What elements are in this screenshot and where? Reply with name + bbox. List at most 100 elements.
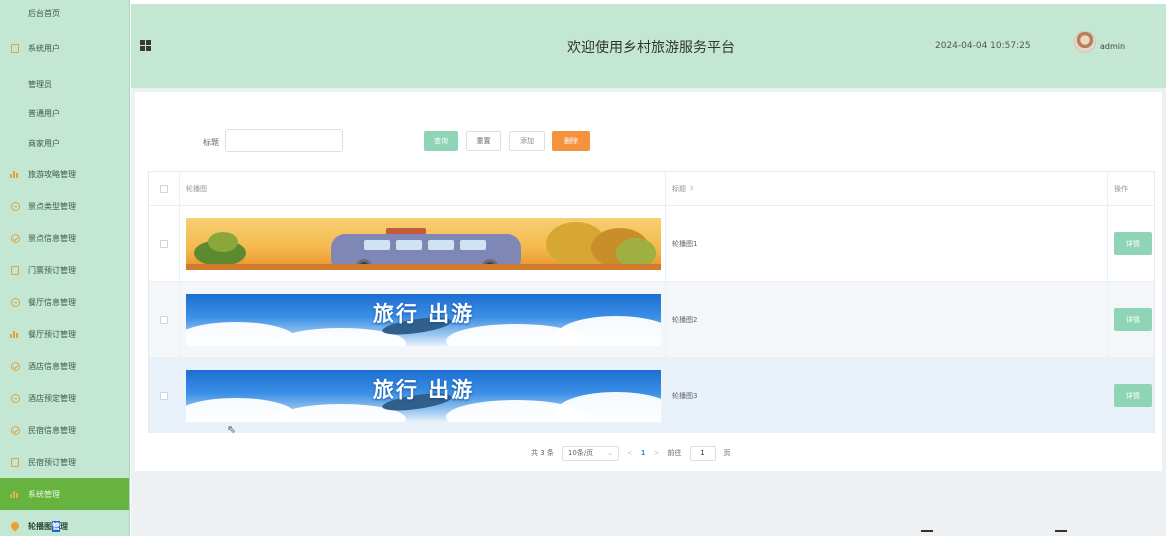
row-select-cell <box>149 206 180 281</box>
sidebar-item-label: 后台首页 <box>28 8 60 18</box>
sidebar-item-admin[interactable]: 管理员 <box>0 70 129 98</box>
sort-icon[interactable]: ⇕ <box>689 185 694 192</box>
header-image: 轮播图 <box>180 172 666 205</box>
header-title-label: 标题 <box>672 184 686 193</box>
page-number-current[interactable]: 1 <box>641 449 646 457</box>
detail-button[interactable]: 详情 <box>1114 384 1152 407</box>
chat-icon <box>10 201 20 211</box>
row-checkbox[interactable] <box>160 239 168 248</box>
sidebar-item-scenic-types[interactable]: 景点类型管理 <box>0 190 129 222</box>
mouse-cursor-icon: ⇖ <box>227 423 237 436</box>
carousel-table: 轮播图 标题 ⇕ 操作 轮播图1 详情 旅行 出游 轮播图2 详情 旅行 出游 … <box>148 171 1155 433</box>
row-checkbox[interactable] <box>160 315 168 324</box>
sidebar-item-ticket-booking[interactable]: 门票预订管理 <box>0 254 129 286</box>
document-icon <box>10 265 20 275</box>
sidebar-item-merchant-users[interactable]: 商家用户 <box>0 128 129 158</box>
pagination-total: 共 3 条 <box>531 449 554 457</box>
menu-grid-icon[interactable] <box>140 40 151 51</box>
actions-cell: 详情 <box>1108 282 1154 357</box>
chat-icon <box>10 393 20 403</box>
table-row: 旅行 出游 轮播图3 详情 <box>149 358 1154 433</box>
title-cell: 轮播图2 <box>666 282 1108 357</box>
app-root: 后台首页 系统用户 管理员 普通用户 商家用户 旅游攻略管理 景点类型管理 景点… <box>0 0 1166 536</box>
username[interactable]: admin <box>1100 42 1125 51</box>
bar-chart-icon <box>10 169 20 179</box>
table-header-row: 轮播图 标题 ⇕ 操作 <box>149 172 1154 206</box>
reset-button[interactable]: 重置 <box>466 131 501 151</box>
sidebar-item-hotel-booking[interactable]: 酒店预定管理 <box>0 382 129 414</box>
sidebar-item-label: 民宿信息管理 <box>28 425 76 435</box>
delete-button[interactable]: 删除 <box>552 131 590 151</box>
row-select-cell <box>149 282 180 357</box>
top-header: 欢迎使用乡村旅游服务平台 2024-04-04 10:57:25 admin <box>131 4 1166 88</box>
detail-button[interactable]: 详情 <box>1114 308 1152 331</box>
sidebar-item-travel-guides[interactable]: 旅游攻略管理 <box>0 158 129 190</box>
sidebar-item-scenic-info[interactable]: 景点信息管理 <box>0 222 129 254</box>
content-panel: 标题 查询 重置 添加 删除 轮播图 标题 ⇕ 操作 轮播图1 详情 旅行 出游… <box>135 92 1162 471</box>
sidebar-item-label: 商家用户 <box>28 138 60 148</box>
banner-text: 旅行 出游 <box>372 376 475 402</box>
autumn-bus-banner-image <box>186 217 661 270</box>
current-datetime: 2024-04-04 10:57:25 <box>935 41 1031 51</box>
main-content: 标题 查询 重置 添加 删除 轮播图 标题 ⇕ 操作 轮播图1 详情 旅行 出游… <box>131 88 1166 536</box>
page-size-select[interactable]: 10条/页 ⌄ <box>561 445 619 461</box>
search-input[interactable] <box>225 129 343 152</box>
travel-banner-image: 旅行 出游 <box>186 293 661 346</box>
sidebar-item-system-users[interactable]: 系统用户 <box>0 26 129 70</box>
header-actions: 操作 <box>1114 184 1128 193</box>
chat-icon <box>10 297 20 307</box>
prev-page-button[interactable]: < <box>627 449 633 457</box>
bar-chart-icon <box>10 329 20 339</box>
image-cell <box>180 206 666 281</box>
sidebar-item-carousel-management[interactable]: 轮播图管理 <box>0 510 129 536</box>
sidebar-item-label: 景点类型管理 <box>28 201 76 211</box>
goto-label: 前往 <box>667 449 682 457</box>
bar-chart-icon <box>10 489 20 499</box>
search-label: 标题 <box>203 138 219 147</box>
sidebar-item-label: 餐厅预订管理 <box>28 329 76 339</box>
select-all-checkbox[interactable] <box>160 184 168 193</box>
banner-text: 旅行 出游 <box>372 300 475 326</box>
goto-page-input[interactable]: 1 <box>689 445 716 461</box>
detail-button[interactable]: 详情 <box>1114 232 1152 255</box>
sidebar-item-homestay-info[interactable]: 民宿信息管理 <box>0 414 129 446</box>
row-select-cell <box>149 358 180 433</box>
table-row: 轮播图1 详情 <box>149 206 1154 282</box>
select-all-cell <box>149 172 180 205</box>
pagination: 共 3 条 10条/页 ⌄ < 1 > 前往 1 页 <box>531 445 731 461</box>
query-button[interactable]: 查询 <box>424 131 458 151</box>
sidebar-item-label: 酒店预定管理 <box>28 393 76 403</box>
check-circle-icon <box>10 425 20 435</box>
sidebar-item-hotel-info[interactable]: 酒店信息管理 <box>0 350 129 382</box>
sidebar-item-label: 普通用户 <box>28 108 60 118</box>
sidebar-item-home[interactable]: 后台首页 <box>0 0 129 26</box>
sidebar-item-label: 景点信息管理 <box>28 233 76 243</box>
sidebar-item-label: 系统用户 <box>28 43 60 53</box>
travel-banner-image: 旅行 出游 <box>186 369 661 422</box>
actions-cell: 详情 <box>1108 206 1154 281</box>
header-title[interactable]: 标题 ⇕ <box>666 172 1108 205</box>
sidebar-item-label: 旅游攻略管理 <box>28 169 76 179</box>
sidebar: 后台首页 系统用户 管理员 普通用户 商家用户 旅游攻略管理 景点类型管理 景点… <box>0 0 130 536</box>
document-icon <box>10 43 20 53</box>
add-button[interactable]: 添加 <box>509 131 545 151</box>
goto-suffix: 页 <box>723 449 731 457</box>
document-icon <box>10 457 20 467</box>
sidebar-item-label: 民宿预订管理 <box>28 457 76 467</box>
sidebar-item-label-end: 理 <box>60 521 68 531</box>
page-title: 欢迎使用乡村旅游服务平台 <box>567 40 735 56</box>
sidebar-item-label: 酒店信息管理 <box>28 361 76 371</box>
actions-cell: 详情 <box>1108 358 1154 433</box>
sidebar-item-homestay-booking[interactable]: 民宿预订管理 <box>0 446 129 478</box>
screen-edge-mark <box>1055 530 1067 532</box>
avatar[interactable] <box>1074 31 1096 53</box>
next-page-button[interactable]: > <box>654 449 660 457</box>
sidebar-item-restaurant-booking[interactable]: 餐厅预订管理 <box>0 318 129 350</box>
sidebar-item-normal-users[interactable]: 普通用户 <box>0 98 129 128</box>
image-cell: 旅行 出游 <box>180 358 666 433</box>
sidebar-item-system-management[interactable]: 系统管理 <box>0 478 129 510</box>
sidebar-item-restaurant-info[interactable]: 餐厅信息管理 <box>0 286 129 318</box>
sidebar-item-label: 门票预订管理 <box>28 265 76 275</box>
sidebar-item-label: 管理员 <box>28 79 52 89</box>
row-checkbox[interactable] <box>160 391 168 400</box>
